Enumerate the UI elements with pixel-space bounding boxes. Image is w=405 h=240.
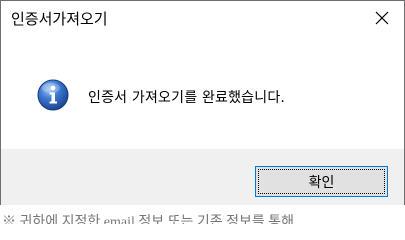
dialog-title: 인증서가져오기 <box>11 10 108 28</box>
close-icon <box>375 11 389 25</box>
background-window-strip: ※ 귀하에 지정한 email 정보 또는 기존 정보를 통해 <box>0 205 405 224</box>
background-partial-text: ※ 귀하에 지정한 email 정보 또는 기존 정보를 통해 <box>2 215 295 224</box>
ok-button-label: 확인 <box>258 169 385 194</box>
dialog-body: 인증서 가져오기를 완료했습니다. <box>1 37 404 149</box>
info-icon <box>37 79 69 111</box>
message-text: 인증서 가져오기를 완료했습니다. <box>88 90 286 106</box>
close-button[interactable] <box>360 1 404 35</box>
title-bar: 인증서가져오기 <box>1 1 404 37</box>
ok-button[interactable]: 확인 <box>255 166 388 197</box>
certificate-import-dialog: 인증서가져오기 인증서 가져오기를 완료했습니다. 확인 <box>0 0 405 206</box>
dialog-footer: 확인 <box>1 149 404 205</box>
